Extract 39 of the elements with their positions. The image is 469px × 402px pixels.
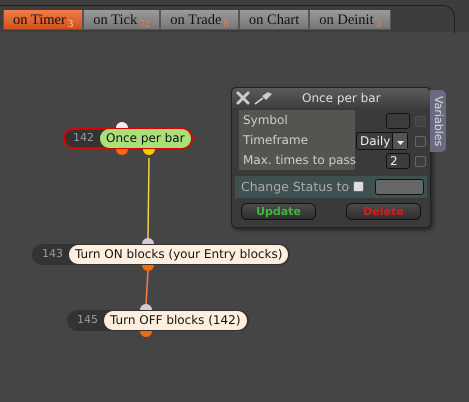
input-port-icon bbox=[142, 238, 154, 244]
node-number: 145 bbox=[77, 312, 98, 328]
input-port-icon bbox=[116, 122, 128, 128]
output-port-icon bbox=[116, 149, 128, 155]
tab[interactable]: on Timer$_{3}$ bbox=[3, 10, 84, 30]
node-label: Once per bar bbox=[100, 129, 190, 148]
node[interactable]: 143 Turn ON blocks (your Entry blocks) bbox=[32, 244, 290, 265]
node[interactable]: 145 Turn OFF blocks (142) bbox=[67, 310, 248, 331]
node[interactable]: 142 Once per bar bbox=[63, 128, 192, 149]
update-button[interactable]: Update bbox=[241, 203, 316, 220]
variables-tab[interactable]: Variables bbox=[430, 90, 446, 152]
input-port-icon bbox=[140, 304, 152, 310]
status-field[interactable] bbox=[375, 179, 424, 195]
tab[interactable]: on Tick$_{72}$ bbox=[83, 10, 160, 30]
node-number: 143 bbox=[42, 246, 63, 262]
dropdown[interactable]: Daily bbox=[356, 132, 408, 150]
tab[interactable]: on Trade$_{6}$ bbox=[160, 10, 239, 30]
close-icon[interactable] bbox=[236, 91, 250, 105]
field-label: Timeframe bbox=[243, 132, 308, 149]
pin-icon[interactable] bbox=[254, 91, 274, 105]
node-label: Turn ON blocks (your Entry blocks) bbox=[69, 245, 288, 264]
tab[interactable]: on Chart bbox=[238, 10, 310, 30]
checkbox[interactable] bbox=[415, 136, 426, 147]
tab[interactable]: on Deinit$_{3}$ bbox=[309, 10, 392, 30]
input-field[interactable] bbox=[386, 113, 410, 129]
connector-line bbox=[145, 270, 149, 306]
output-port-icon bbox=[140, 331, 152, 337]
field-label: Symbol bbox=[243, 112, 288, 129]
checkbox[interactable] bbox=[415, 156, 426, 167]
node-number: 142 bbox=[73, 130, 94, 146]
caret-icon[interactable] bbox=[392, 133, 407, 149]
field-label: Max. times to pass bbox=[243, 152, 356, 169]
panel-title: Once per bar bbox=[302, 90, 380, 107]
output-port-icon bbox=[142, 265, 154, 271]
status-label: Change Status to bbox=[241, 178, 350, 196]
node-label: Turn OFF blocks (142) bbox=[104, 311, 246, 330]
checkbox[interactable] bbox=[353, 181, 364, 192]
input-field[interactable]: 2 bbox=[386, 153, 410, 169]
output-port-icon bbox=[143, 149, 155, 155]
